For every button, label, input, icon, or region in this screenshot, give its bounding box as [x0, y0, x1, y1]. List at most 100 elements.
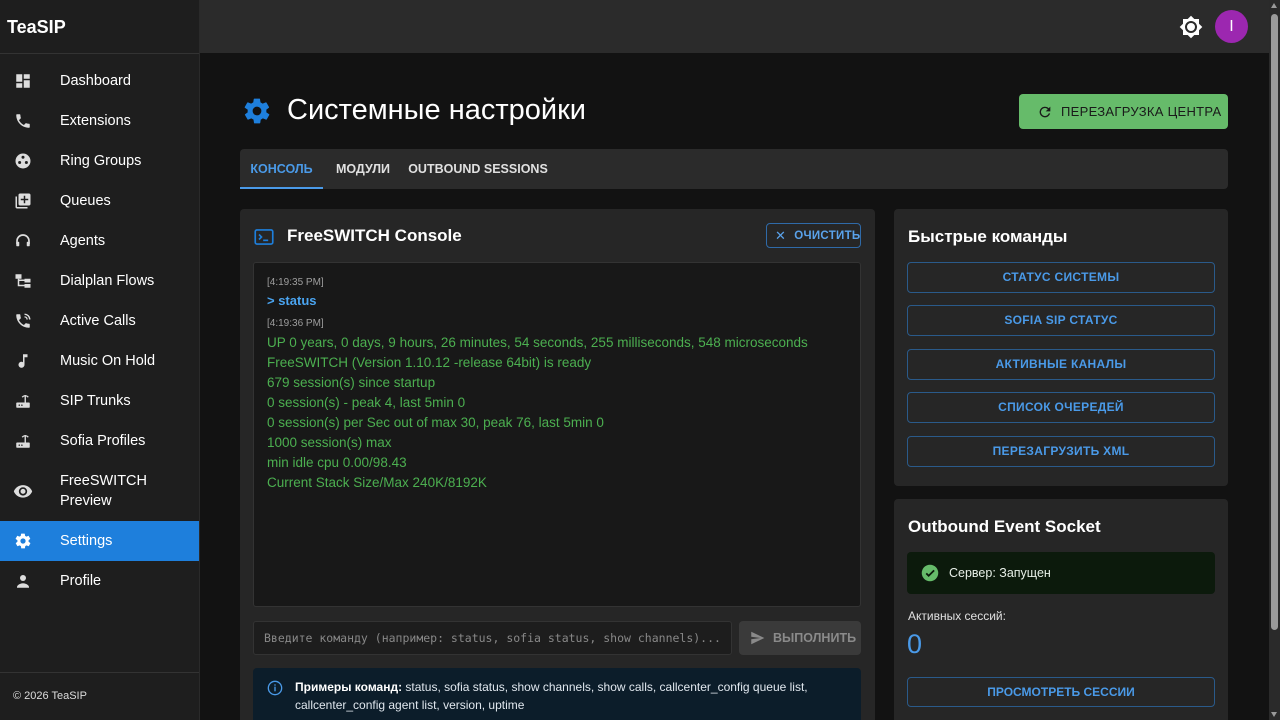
output-line: 1000 session(s) max [267, 435, 392, 450]
console-card: FreeSWITCH Console ✕ ОЧИСТИТЬ [4:19:35 PM… [240, 209, 875, 720]
active-channels-button[interactable]: АКТИВНЫЕ КАНАЛЫ [907, 349, 1215, 380]
sidebar-item-queues[interactable]: Queues [0, 181, 199, 221]
sidebar-item-label: Ring Groups [60, 153, 142, 169]
sidebar-item-label: Agents [60, 233, 106, 249]
quick-commands-card: Быстрые команды СТАТУС СИСТЕМЫ SOFIA SIP… [894, 209, 1228, 486]
page-title: Системные настройки [287, 94, 586, 126]
top-app-bar: I [200, 0, 1269, 53]
tab-console[interactable]: КОНСОЛЬ [240, 149, 323, 189]
console-title: FreeSWITCH Console [287, 226, 462, 245]
clear-label: ОЧИСТИТЬ [794, 229, 861, 242]
view-sessions-button[interactable]: ПРОСМОТРЕТЬ СЕССИИ [907, 677, 1215, 707]
reload-center-button[interactable]: ПЕРЕЗАГРУЗКА ЦЕНТРА [1019, 94, 1228, 129]
sidebar-item-label: Profile [60, 573, 102, 589]
output-line: UP 0 years, 0 days, 9 hours, 26 minutes,… [267, 335, 808, 350]
sofia-status-button[interactable]: SOFIA SIP СТАТУС [907, 305, 1215, 336]
output-line: 0 session(s) per Sec out of max 30, peak… [267, 415, 604, 430]
phone-icon [13, 111, 33, 131]
examples-text-2: callcenter_config agent list, version, u… [295, 698, 525, 712]
sidebar-item-sip-trunks[interactable]: SIP Trunks [0, 381, 199, 421]
sidebar-item-sofia-profiles[interactable]: Sofia Profiles [0, 421, 199, 461]
sidebar-item-label: Settings [60, 533, 113, 549]
active-sessions-label: Активных сессий: [908, 609, 1006, 623]
command-echo: > status [267, 293, 317, 308]
terminal-icon [254, 228, 274, 251]
sidebar-item-label: Music On Hold [60, 353, 156, 369]
output-line: 0 session(s) - peak 4, last 5min 0 [267, 395, 466, 410]
event-socket-title: Outbound Event Socket [908, 517, 1101, 536]
sidebar-item-music-on-hold[interactable]: Music On Hold [0, 341, 199, 381]
scroll-up-arrow[interactable] [1271, 3, 1277, 8]
sidebar-item-freeswitch-preview[interactable]: FreeSWITCH Preview [0, 461, 199, 521]
command-input[interactable]: Введите команду (например: status, sofia… [253, 621, 732, 655]
sidebar-item-label: SIP Trunks [60, 393, 131, 409]
sidebar-item-label: Dialplan Flows [60, 273, 155, 289]
reload-center-label: ПЕРЕЗАГРУЗКА ЦЕНТРА [1061, 104, 1222, 119]
avatar[interactable]: I [1215, 10, 1248, 43]
info-icon [267, 680, 283, 701]
run-label: ВЫПОЛНИТЬ [773, 631, 857, 645]
sidebar-item-active-calls[interactable]: Active Calls [0, 301, 199, 341]
tab-modules[interactable]: МОДУЛИ [323, 149, 403, 189]
headset-icon [13, 231, 33, 251]
timestamp: [4:19:35 PM] [267, 277, 324, 288]
settings-gear-icon [242, 96, 272, 126]
examples-info: Примеры команд: status, sofia status, sh… [253, 668, 861, 720]
sidebar-item-label: Active Calls [60, 313, 136, 329]
send-icon [751, 631, 765, 645]
clear-button[interactable]: ✕ ОЧИСТИТЬ [766, 223, 861, 248]
sidebar-item-label: Dashboard [60, 73, 131, 89]
timestamp: [4:19:36 PM] [267, 318, 324, 329]
scrollbar-thumb[interactable] [1271, 14, 1278, 630]
sidebar-item-label-line2: Preview [60, 493, 112, 509]
event-socket-card: Outbound Event Socket Сервер: Запущен Ак… [894, 499, 1228, 720]
check-circle-icon [921, 564, 939, 582]
music-note-icon [13, 351, 33, 371]
tab-bar: КОНСОЛЬ МОДУЛИ OUTBOUND SESSIONS [240, 149, 1228, 189]
system-status-button[interactable]: СТАТУС СИСТЕМЫ [907, 262, 1215, 293]
output-line: FreeSWITCH (Version 1.10.12 -release 64b… [267, 355, 592, 370]
examples-text-1: status, sofia status, show channels, sho… [405, 680, 808, 694]
sidebar-item-profile[interactable]: Profile [0, 561, 199, 601]
phone-in-talk-icon [13, 311, 33, 331]
sidebar-item-dialplan-flows[interactable]: Dialplan Flows [0, 261, 199, 301]
sidebar-item-settings[interactable]: Settings [0, 521, 199, 561]
scroll-down-arrow[interactable] [1271, 712, 1277, 717]
router-icon [13, 431, 33, 451]
refresh-icon [1039, 106, 1051, 117]
output-line: 679 session(s) since startup [267, 375, 436, 390]
queue-icon [13, 191, 33, 211]
server-status: Сервер: Запущен [907, 552, 1215, 594]
close-icon: ✕ [775, 227, 787, 243]
person-icon [13, 571, 33, 591]
dashboard-icon [13, 71, 33, 91]
sidebar: TeaSIP Dashboard Extensions Ring Groups … [0, 0, 200, 720]
eye-icon [13, 481, 33, 501]
examples-label: Примеры команд: [295, 680, 403, 694]
sidebar-item-label: Extensions [60, 113, 131, 129]
sidebar-item-ring-groups[interactable]: Ring Groups [0, 141, 199, 181]
server-status-text: Сервер: Запущен [949, 566, 1051, 580]
run-button[interactable]: ВЫПОЛНИТЬ [739, 621, 861, 655]
sidebar-item-agents[interactable]: Agents [0, 221, 199, 261]
sidebar-item-dashboard[interactable]: Dashboard [0, 61, 199, 101]
gear-icon [13, 531, 33, 551]
output-line: Current Stack Size/Max 240K/8192K [267, 475, 487, 490]
console-output: [4:19:35 PM] > status [4:19:36 PM] UP 0 … [253, 262, 861, 607]
quick-commands-title: Быстрые команды [908, 227, 1068, 246]
ring-groups-icon [13, 151, 33, 171]
brand-title: TeaSIP [0, 0, 199, 54]
scrollbar[interactable] [1269, 0, 1280, 720]
sidebar-item-extensions[interactable]: Extensions [0, 101, 199, 141]
reload-xml-button[interactable]: ПЕРЕЗАГРУЗИТЬ XML [907, 436, 1215, 467]
sidebar-item-label: Sofia Profiles [60, 433, 146, 449]
theme-toggle-icon[interactable] [1179, 15, 1203, 39]
sidebar-item-label: FreeSWITCH Preview [60, 471, 147, 511]
copyright: © 2026 TeaSIP [0, 672, 199, 720]
flow-icon [13, 271, 33, 291]
tab-outbound-sessions[interactable]: OUTBOUND SESSIONS [403, 149, 553, 189]
router-icon [13, 391, 33, 411]
sidebar-item-label-line1: FreeSWITCH [60, 473, 147, 489]
output-line: min idle cpu 0.00/98.43 [267, 455, 407, 470]
queue-list-button[interactable]: СПИСОК ОЧЕРЕДЕЙ [907, 392, 1215, 423]
